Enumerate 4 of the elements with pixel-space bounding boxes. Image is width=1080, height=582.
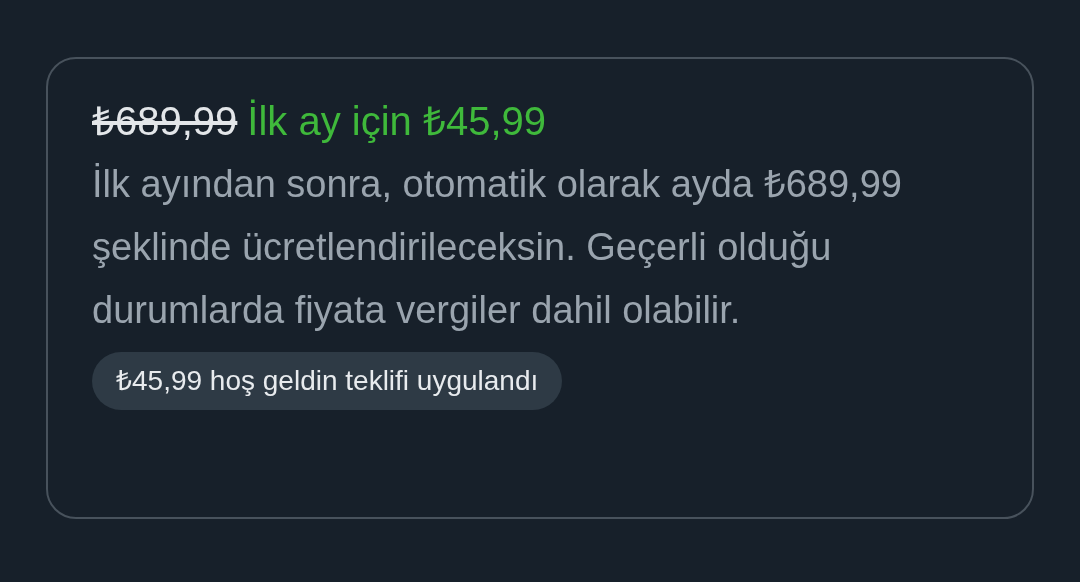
offer-badge: ₺45,99 hoş geldin teklifi uygulandı bbox=[92, 352, 563, 410]
description: İlk ayından sonra, otomatik olarak ayda ₺689,99 şeklinde ücretlendirileceksin. Geçerli olduğu durumlarda fiyata vergiler dahil olabilir. bbox=[92, 162, 903, 333]
old-price: ₺689,99 bbox=[92, 98, 238, 145]
promo-price: İlk ay için ₺45,99 bbox=[247, 98, 547, 145]
